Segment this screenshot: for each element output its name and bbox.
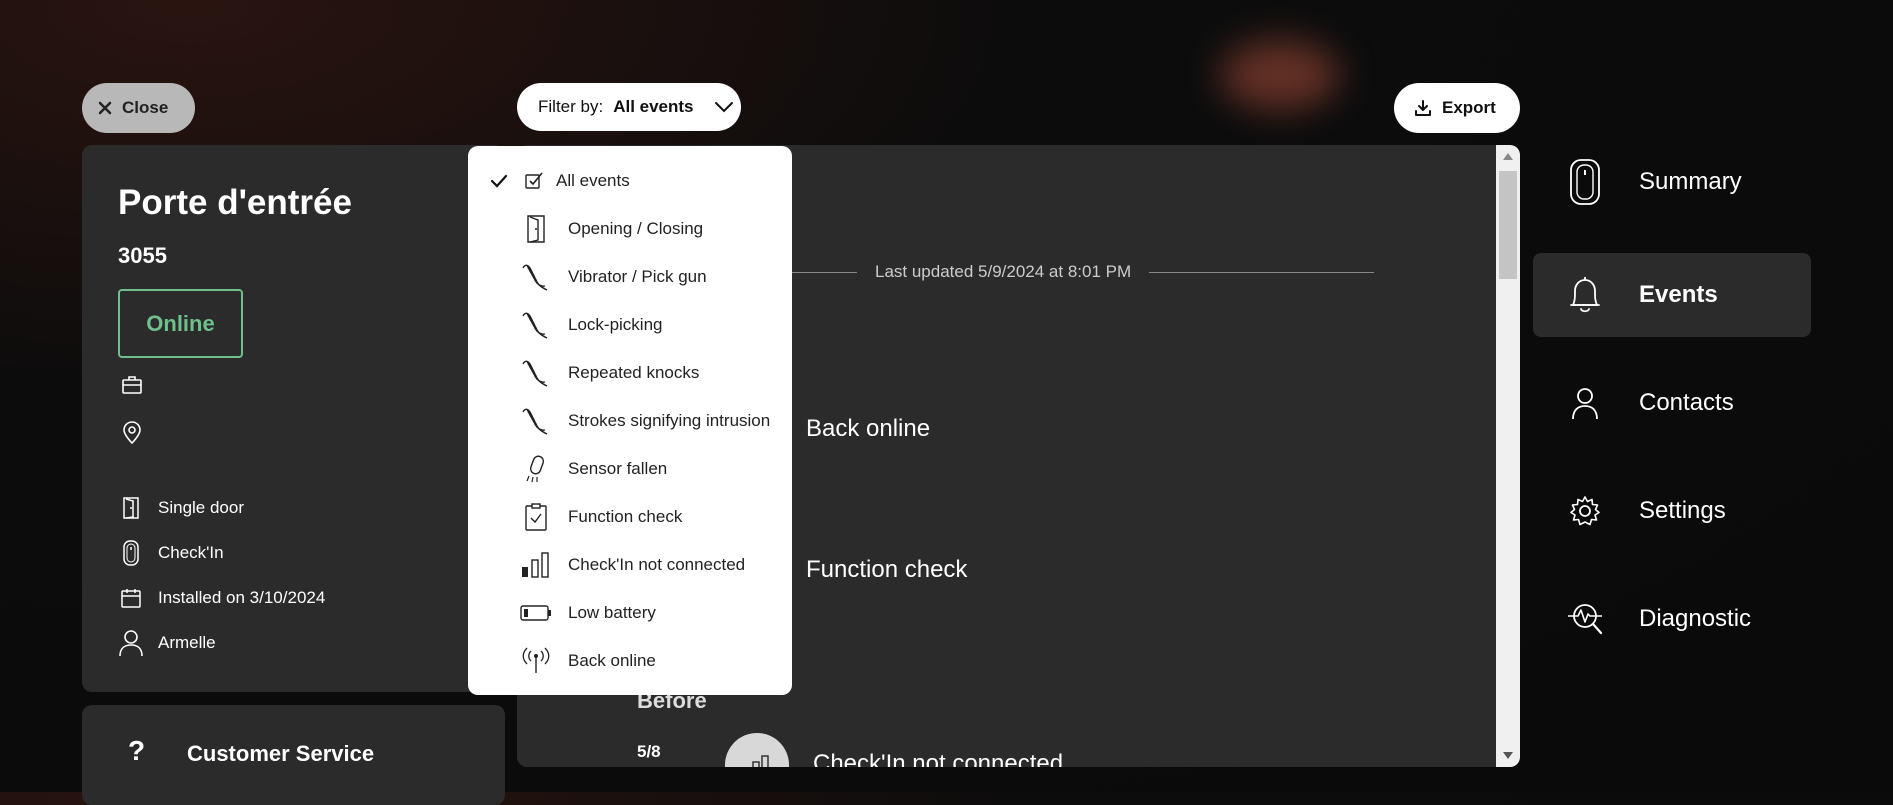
filter-option-checkin-not-connected[interactable]: Check'In not connected bbox=[468, 545, 792, 585]
help-icon: ? bbox=[128, 735, 146, 766]
filter-option-function-check[interactable]: Function check bbox=[468, 497, 792, 537]
filter-option-label: Function check bbox=[568, 507, 683, 526]
calendar-icon bbox=[118, 585, 144, 611]
download-icon bbox=[1415, 100, 1431, 116]
signal-bars-icon bbox=[520, 549, 552, 581]
status-label: Online bbox=[146, 310, 215, 336]
chevron-down-icon bbox=[714, 102, 733, 113]
nav-item-label: Contacts bbox=[1639, 389, 1734, 416]
filter-option-label: All events bbox=[556, 171, 630, 190]
person-icon bbox=[1565, 381, 1605, 425]
status-badge: Online bbox=[118, 289, 243, 358]
filter-option-sensor-fallen[interactable]: Sensor fallen bbox=[468, 449, 792, 489]
filter-option-label: Vibrator / Pick gun bbox=[568, 267, 707, 286]
user-row: Armelle bbox=[118, 630, 216, 657]
close-button[interactable]: Close bbox=[82, 83, 195, 133]
filter-option-vibrator-pick-gun[interactable]: Vibrator / Pick gun bbox=[468, 257, 792, 297]
filter-option-label: Lock-picking bbox=[568, 315, 663, 334]
scrollbar-thumb[interactable] bbox=[1499, 171, 1517, 279]
pick-icon bbox=[520, 357, 552, 389]
export-label: Export bbox=[1442, 98, 1496, 117]
last-updated-text: Last updated 5/9/2024 at 8:01 PM bbox=[875, 262, 1132, 281]
customer-service-card[interactable]: ? Customer Service bbox=[82, 705, 505, 805]
customer-service-label: Customer Service bbox=[187, 741, 375, 766]
device-code: 3055 bbox=[118, 243, 167, 268]
person-icon bbox=[118, 630, 144, 657]
nav-item-settings[interactable]: Settings bbox=[1533, 469, 1811, 553]
event-title[interactable]: Back online bbox=[806, 415, 930, 443]
nav-item-label: Events bbox=[1639, 281, 1718, 308]
gear-icon bbox=[1565, 489, 1605, 533]
door-icon bbox=[520, 213, 552, 245]
user-label: Armelle bbox=[158, 633, 216, 652]
event-title[interactable]: Function check bbox=[806, 556, 967, 584]
close-label: Close bbox=[122, 98, 169, 117]
filter-option-strokes-intrusion[interactable]: Strokes signifying intrusion bbox=[468, 401, 792, 441]
sensor-icon bbox=[118, 540, 144, 566]
pick-icon bbox=[520, 405, 552, 437]
scrollbar[interactable] bbox=[1496, 145, 1520, 767]
filter-option-label: Sensor fallen bbox=[568, 459, 668, 478]
nav-item-diagnostic[interactable]: Diagnostic bbox=[1533, 577, 1811, 661]
all-events-icon bbox=[518, 165, 550, 197]
pick-icon bbox=[520, 309, 552, 341]
installed-label: Installed on 3/10/2024 bbox=[158, 588, 326, 607]
nav-item-summary[interactable]: Summary bbox=[1533, 140, 1811, 224]
background-glow bbox=[1220, 40, 1340, 110]
nav-item-label: Diagnostic bbox=[1639, 605, 1752, 632]
door-icon bbox=[118, 495, 144, 521]
checkmark-icon bbox=[490, 174, 508, 188]
briefcase-icon[interactable] bbox=[120, 373, 144, 397]
filter-option-label: Check'In not connected bbox=[568, 555, 746, 574]
export-button[interactable]: Export bbox=[1394, 83, 1520, 133]
filter-option-repeated-knocks[interactable]: Repeated knocks bbox=[468, 353, 792, 393]
location-pin-icon[interactable] bbox=[120, 421, 144, 445]
filter-option-back-online[interactable]: Back online bbox=[468, 641, 792, 681]
clipboard-check-icon bbox=[520, 501, 552, 533]
nav-item-events[interactable]: Events bbox=[1533, 253, 1811, 337]
device-name: Porte d'entrée bbox=[118, 183, 352, 222]
filter-value: All events bbox=[613, 97, 694, 116]
filter-option-all-events[interactable]: All events bbox=[468, 161, 792, 201]
antenna-icon bbox=[520, 645, 552, 677]
scroll-down-arrow-icon[interactable] bbox=[1503, 752, 1513, 759]
door-type-label: Single door bbox=[158, 498, 245, 517]
filter-menu: All events Opening / Closing Vibrator / … bbox=[468, 146, 792, 695]
filter-option-opening-closing[interactable]: Opening / Closing bbox=[468, 209, 792, 249]
filter-option-label: Back online bbox=[568, 651, 656, 670]
filter-prefix: Filter by: bbox=[538, 97, 604, 116]
sensor-icon bbox=[1565, 159, 1605, 205]
battery-low-icon bbox=[520, 597, 552, 629]
filter-option-label: Strokes signifying intrusion bbox=[568, 411, 771, 430]
filter-option-label: Opening / Closing bbox=[568, 219, 704, 238]
filter-dropdown-button[interactable]: Filter by: All events bbox=[517, 83, 741, 131]
event-title[interactable]: Check'In not connected bbox=[813, 750, 1063, 767]
sensor-fallen-icon bbox=[520, 453, 552, 485]
nav-item-label: Settings bbox=[1639, 497, 1726, 524]
filter-option-label: Repeated knocks bbox=[568, 363, 700, 382]
filter-option-low-battery[interactable]: Low battery bbox=[468, 593, 792, 633]
nav-item-label: Summary bbox=[1639, 168, 1742, 195]
nav-item-contacts[interactable]: Contacts bbox=[1533, 361, 1811, 445]
pick-icon bbox=[520, 261, 552, 293]
bell-icon bbox=[1565, 273, 1605, 317]
signal-bars-icon bbox=[725, 733, 789, 767]
divider-line-right bbox=[1149, 271, 1375, 273]
sensor-row: Check'In bbox=[118, 540, 224, 566]
installed-row: Installed on 3/10/2024 bbox=[118, 585, 325, 611]
scroll-up-arrow-icon[interactable] bbox=[1503, 153, 1513, 160]
door-type-row: Single door bbox=[118, 495, 244, 521]
event-date: 5/8 bbox=[637, 742, 661, 761]
close-icon bbox=[98, 101, 112, 115]
filter-option-lock-picking[interactable]: Lock-picking bbox=[468, 305, 792, 345]
filter-option-label: Low battery bbox=[568, 603, 656, 622]
sensor-label: Check'In bbox=[158, 543, 224, 562]
device-card: Porte d'entrée 3055 Online Single door C… bbox=[82, 145, 505, 692]
diagnostic-icon bbox=[1565, 597, 1605, 641]
